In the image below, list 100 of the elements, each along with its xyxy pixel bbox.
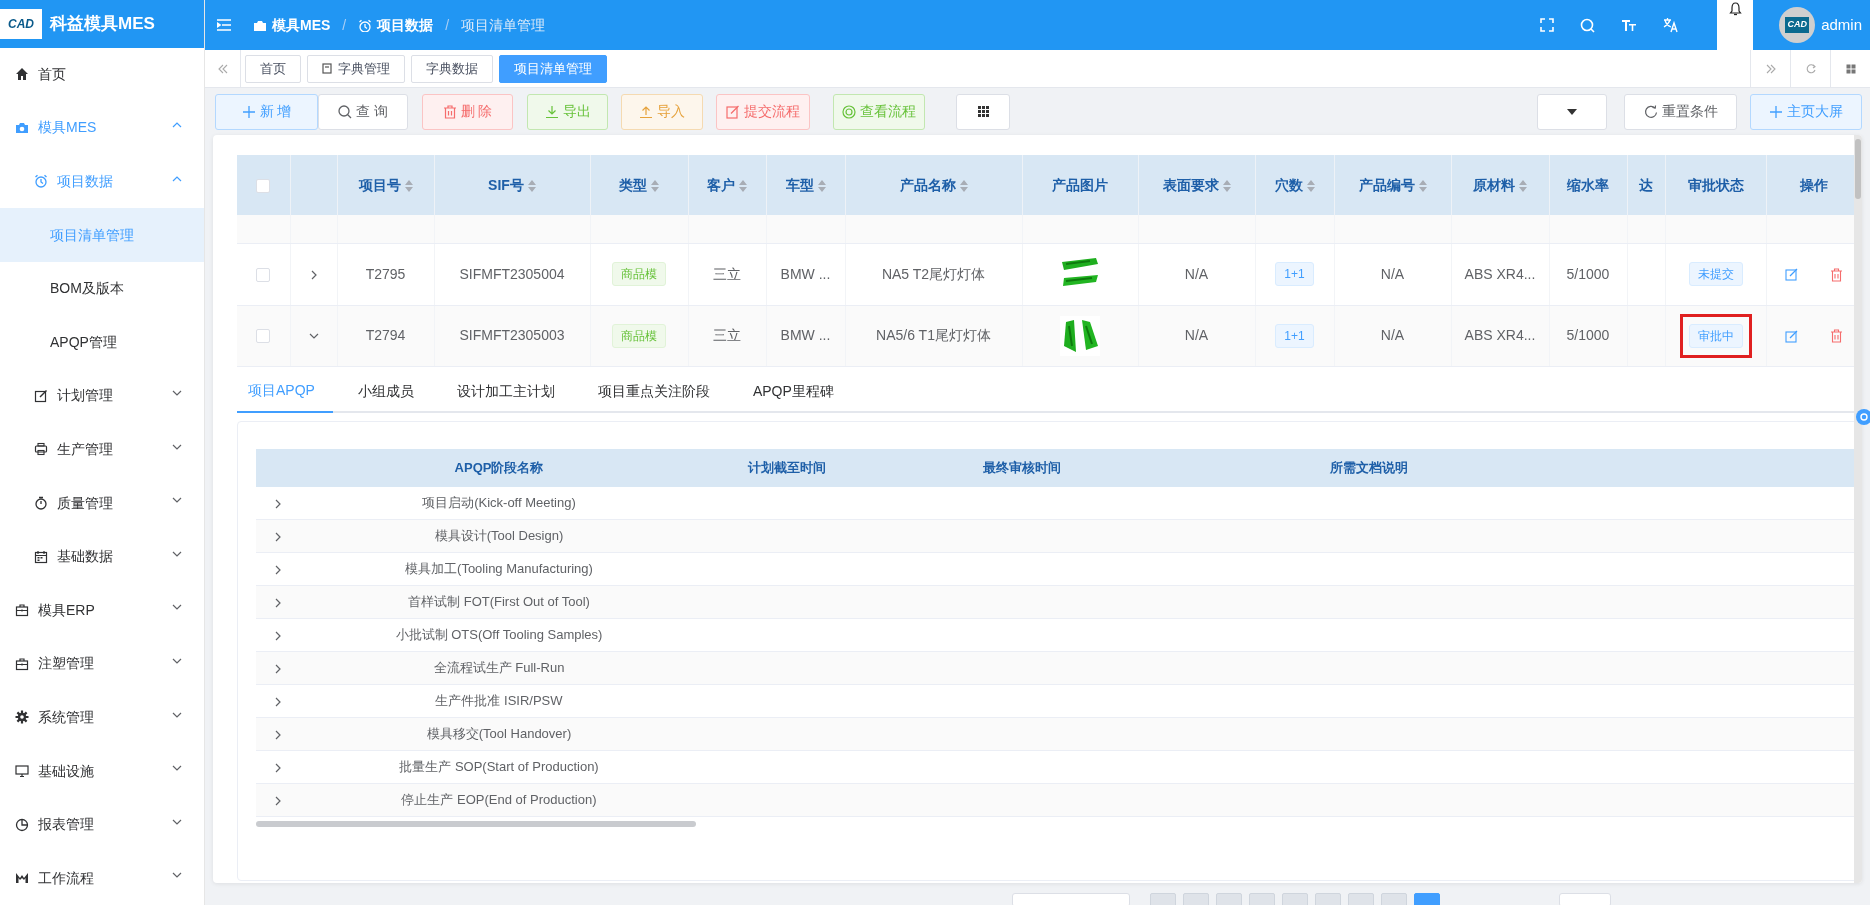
sidebar-item[interactable]: 基础数据	[0, 529, 204, 584]
detail-tab[interactable]: 项目重点关注阶段	[586, 370, 728, 413]
table-cell: N/A	[1184, 265, 1209, 282]
row-checkbox[interactable]	[256, 267, 271, 282]
sort-icon[interactable]	[651, 179, 659, 192]
toolbar-button[interactable]: 重置条件	[1624, 93, 1737, 130]
edit-icon	[34, 388, 48, 403]
scrollbar[interactable]	[256, 821, 696, 827]
refresh-icon[interactable]	[1805, 63, 1816, 74]
table-cell: 三立	[713, 265, 741, 282]
sidebar-item[interactable]: 工作流程	[0, 851, 204, 905]
sort-icon[interactable]	[739, 179, 747, 192]
sort-icon[interactable]	[1306, 179, 1315, 192]
page-button[interactable]	[1183, 893, 1209, 905]
page-button[interactable]	[1282, 893, 1308, 905]
page-button[interactable]	[1381, 893, 1407, 905]
chevron-right-icon[interactable]	[274, 795, 281, 806]
settings-button[interactable]	[1856, 409, 1870, 425]
fullscreen-icon[interactable]	[1540, 18, 1555, 32]
chevron-down-icon	[172, 818, 182, 825]
column-header: 产品编号	[1358, 176, 1415, 193]
chevron-right-icon[interactable]	[274, 597, 281, 608]
chevron-right-icon[interactable]	[274, 762, 281, 773]
edit-icon[interactable]	[1785, 268, 1798, 282]
table-cell: 5/1000	[1566, 327, 1610, 343]
sidebar-item[interactable]: 模具ERP	[0, 583, 204, 638]
page-jump-field[interactable]	[1559, 893, 1611, 905]
table-cell: BMW ...	[780, 327, 831, 343]
chevron-right-icon[interactable]	[274, 564, 281, 575]
page-button[interactable]	[1249, 893, 1275, 905]
chevron-right-icon[interactable]	[274, 498, 281, 509]
row-checkbox[interactable]	[256, 329, 271, 344]
double-chevron-left-icon[interactable]	[217, 63, 228, 74]
briefcase-icon	[15, 656, 29, 671]
column-header: 客户	[707, 176, 735, 193]
search-icon[interactable]	[1580, 17, 1596, 33]
sort-icon[interactable]	[817, 179, 826, 192]
font-size-icon[interactable]	[1621, 18, 1638, 32]
chevron-down-icon	[172, 550, 182, 557]
table-cell: T2794	[365, 327, 406, 343]
chevron-right-icon[interactable]	[274, 663, 281, 674]
table-cell: 项目启动(Kick-off Meeting)	[422, 495, 576, 510]
chevron-right-icon[interactable]	[274, 729, 281, 740]
menu-icon[interactable]	[217, 19, 231, 31]
page-tab[interactable]: 字典数据	[411, 54, 493, 83]
avatar[interactable]: CAD	[1779, 7, 1816, 43]
trash-icon[interactable]	[1830, 329, 1843, 344]
sort-icon[interactable]	[1222, 179, 1231, 192]
table-cell: 批量生产 SOP(Start of Production)	[399, 759, 599, 775]
double-chevron-right-icon[interactable]	[1765, 63, 1776, 74]
sidebar-item[interactable]: 生产管理	[0, 422, 204, 477]
sidebar-item[interactable]: 计划管理	[0, 369, 204, 423]
chevron-right-icon[interactable]	[274, 630, 281, 641]
chevron-right-icon[interactable]	[310, 269, 317, 280]
sidebar-item[interactable]: 首页	[0, 47, 204, 102]
detail-tab[interactable]: 设计加工主计划	[445, 370, 573, 413]
toolbar-button[interactable]: 查 询	[318, 93, 408, 130]
detail-tab[interactable]: APQP里程碑	[741, 370, 852, 413]
scroll-thumb[interactable]	[1855, 139, 1861, 199]
sort-icon[interactable]	[404, 179, 413, 192]
sidebar-item[interactable]: 基础设施	[0, 744, 204, 798]
sidebar-item[interactable]: APQP管理	[0, 315, 204, 370]
chevron-right-icon[interactable]	[274, 531, 281, 542]
column-header: 产品图片	[1052, 176, 1108, 193]
page-tab[interactable]: 首页	[245, 54, 301, 83]
sort-icon[interactable]	[959, 179, 968, 192]
sidebar-item[interactable]: BOM及版本	[0, 261, 204, 316]
camera-icon	[15, 120, 29, 135]
chevron-down-icon[interactable]	[308, 333, 319, 340]
sort-icon[interactable]	[1418, 179, 1427, 192]
sidebar-item[interactable]: 报表管理	[0, 797, 204, 852]
page-button[interactable]	[1150, 893, 1176, 905]
alarm-clock-icon	[34, 174, 48, 189]
edit-icon[interactable]	[1785, 329, 1798, 343]
scrollbar[interactable]	[1854, 135, 1862, 883]
page-button[interactable]	[1348, 893, 1374, 905]
sort-icon[interactable]	[1519, 179, 1527, 192]
grid-icon[interactable]	[1845, 63, 1856, 74]
dropdown-button[interactable]	[1537, 93, 1607, 130]
detail-tab[interactable]: 小组成员	[346, 370, 432, 413]
page-button[interactable]	[1315, 893, 1341, 905]
translate-icon[interactable]	[1663, 17, 1680, 33]
page-button[interactable]	[1216, 893, 1242, 905]
stopwatch-icon	[34, 496, 48, 511]
chevron-right-icon[interactable]	[274, 696, 281, 707]
table-cell: 模具移交(Tool Handover)	[426, 726, 572, 742]
breadcrumb-separator: /	[342, 15, 347, 35]
column-header: SIF号	[488, 176, 524, 193]
page-size-select[interactable]	[1012, 893, 1130, 905]
page-tab[interactable]: 字典管理	[307, 54, 405, 83]
select-all-checkbox[interactable]	[256, 178, 271, 193]
sidebar-item[interactable]: 质量管理	[0, 476, 204, 530]
table-cell: SIFMFT2305004	[459, 265, 565, 282]
sidebar-item[interactable]: 系统管理	[0, 690, 204, 745]
sort-icon[interactable]	[527, 179, 536, 192]
sidebar-item[interactable]: 注塑管理	[0, 637, 204, 691]
bell-icon[interactable]	[1728, 2, 1742, 16]
columns-button[interactable]	[956, 93, 1010, 130]
breadcrumb-current: 项目清单管理	[461, 15, 546, 35]
trash-icon[interactable]	[1830, 267, 1843, 282]
